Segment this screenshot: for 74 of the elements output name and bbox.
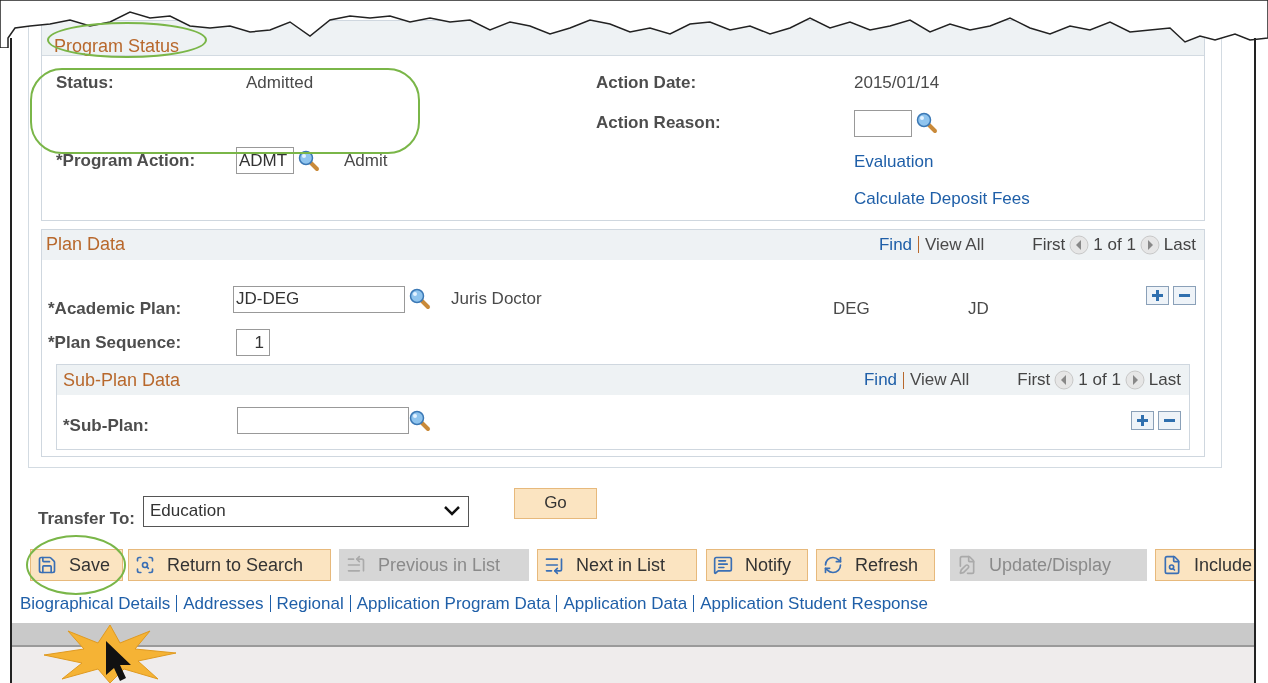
link[interactable]: Evaluation <box>854 148 1204 174</box>
refresh-icon <box>823 555 843 575</box>
last-label: Last <box>1163 233 1196 256</box>
page-link[interactable]: Application Program Data <box>356 591 551 617</box>
plus-icon <box>1151 288 1164 302</box>
transfer-dropdown[interactable]: Education <box>143 495 469 527</box>
save-icon <box>37 555 57 575</box>
field-value: DEG <box>833 297 871 320</box>
field-label: *Plan Sequence: <box>48 331 183 354</box>
minus-icon <box>1178 293 1191 297</box>
field-label: Action Date: <box>596 72 698 94</box>
input-field[interactable] <box>854 109 912 137</box>
last-label: Last <box>1148 369 1181 392</box>
dropdown-value: Education <box>150 500 226 523</box>
field-value: Juris Doctor <box>451 288 542 311</box>
page-link[interactable]: Biographical Details <box>20 591 171 617</box>
input-field[interactable]: 1 <box>236 329 270 356</box>
next-icon[interactable] <box>1124 370 1145 390</box>
field-value: Admit <box>344 149 388 172</box>
next-button[interactable]: Next in List <box>537 549 697 581</box>
previous-icon[interactable] <box>1069 234 1090 255</box>
save-button[interactable]: Save <box>30 549 123 581</box>
plus-icon <box>1136 414 1149 428</box>
input-field[interactable]: JD-DEG <box>233 285 405 313</box>
field-label: Action Reason: <box>596 111 722 134</box>
link[interactable]: Calculate Deposit Fees <box>854 186 1204 212</box>
find-link[interactable]: Find <box>863 367 898 393</box>
next-icon <box>544 555 564 575</box>
input-field[interactable] <box>237 407 409 435</box>
chevron-down-icon <box>442 504 462 518</box>
field-label: *Academic Plan: <box>48 297 183 320</box>
search-icon[interactable] <box>916 112 938 134</box>
field-label: Transfer To: <box>38 507 135 530</box>
field-label: *Program Action: <box>56 149 197 172</box>
minus-icon <box>1163 419 1176 423</box>
search-icon[interactable] <box>409 288 431 310</box>
row-counter: 1 of 1 <box>1093 233 1136 256</box>
search-icon[interactable] <box>298 149 320 172</box>
field-value: Admitted <box>245 72 315 94</box>
field-value: JD <box>968 297 989 320</box>
include-button[interactable]: Include <box>1155 549 1255 581</box>
search-icon <box>135 555 155 575</box>
notify-button[interactable]: Notify <box>706 549 808 581</box>
page-link[interactable]: Addresses <box>183 591 264 617</box>
delete-row-button[interactable] <box>1173 285 1196 305</box>
add-row-button[interactable] <box>1131 411 1154 431</box>
field-value: 2015/01/14 <box>854 72 941 94</box>
page-link[interactable]: Regional <box>276 591 344 617</box>
section-title: Program Status <box>54 36 180 56</box>
view-all-link[interactable]: View All <box>910 367 970 393</box>
first-label: First <box>1032 233 1066 256</box>
input-field[interactable]: ADMT <box>236 147 294 174</box>
field-label: Status: <box>56 72 115 94</box>
row-counter: 1 of 1 <box>1078 369 1121 392</box>
search-button[interactable]: Return to Search <box>128 549 331 581</box>
section-title: Sub-Plan Data <box>63 368 181 392</box>
next-icon[interactable] <box>1139 234 1160 255</box>
add-row-button[interactable] <box>1146 285 1169 305</box>
first-label: First <box>1017 369 1051 392</box>
go-button[interactable]: Go <box>514 487 597 519</box>
update-icon <box>957 555 977 575</box>
search-icon[interactable] <box>409 409 431 432</box>
delete-row-button[interactable] <box>1158 411 1181 431</box>
refresh-button[interactable]: Refresh <box>816 549 935 581</box>
page-link[interactable]: Application Student Response <box>700 591 928 617</box>
page-link[interactable]: Application Data <box>563 591 688 617</box>
previous-icon[interactable] <box>1054 370 1075 390</box>
find-link[interactable]: Find <box>878 231 913 258</box>
view-all-link[interactable]: View All <box>925 231 985 258</box>
field-label: *Sub-Plan: <box>63 415 150 437</box>
section-title: Plan Data <box>46 233 126 256</box>
previous-icon <box>346 555 366 575</box>
notify-icon <box>713 555 733 575</box>
include-icon <box>1162 555 1182 575</box>
